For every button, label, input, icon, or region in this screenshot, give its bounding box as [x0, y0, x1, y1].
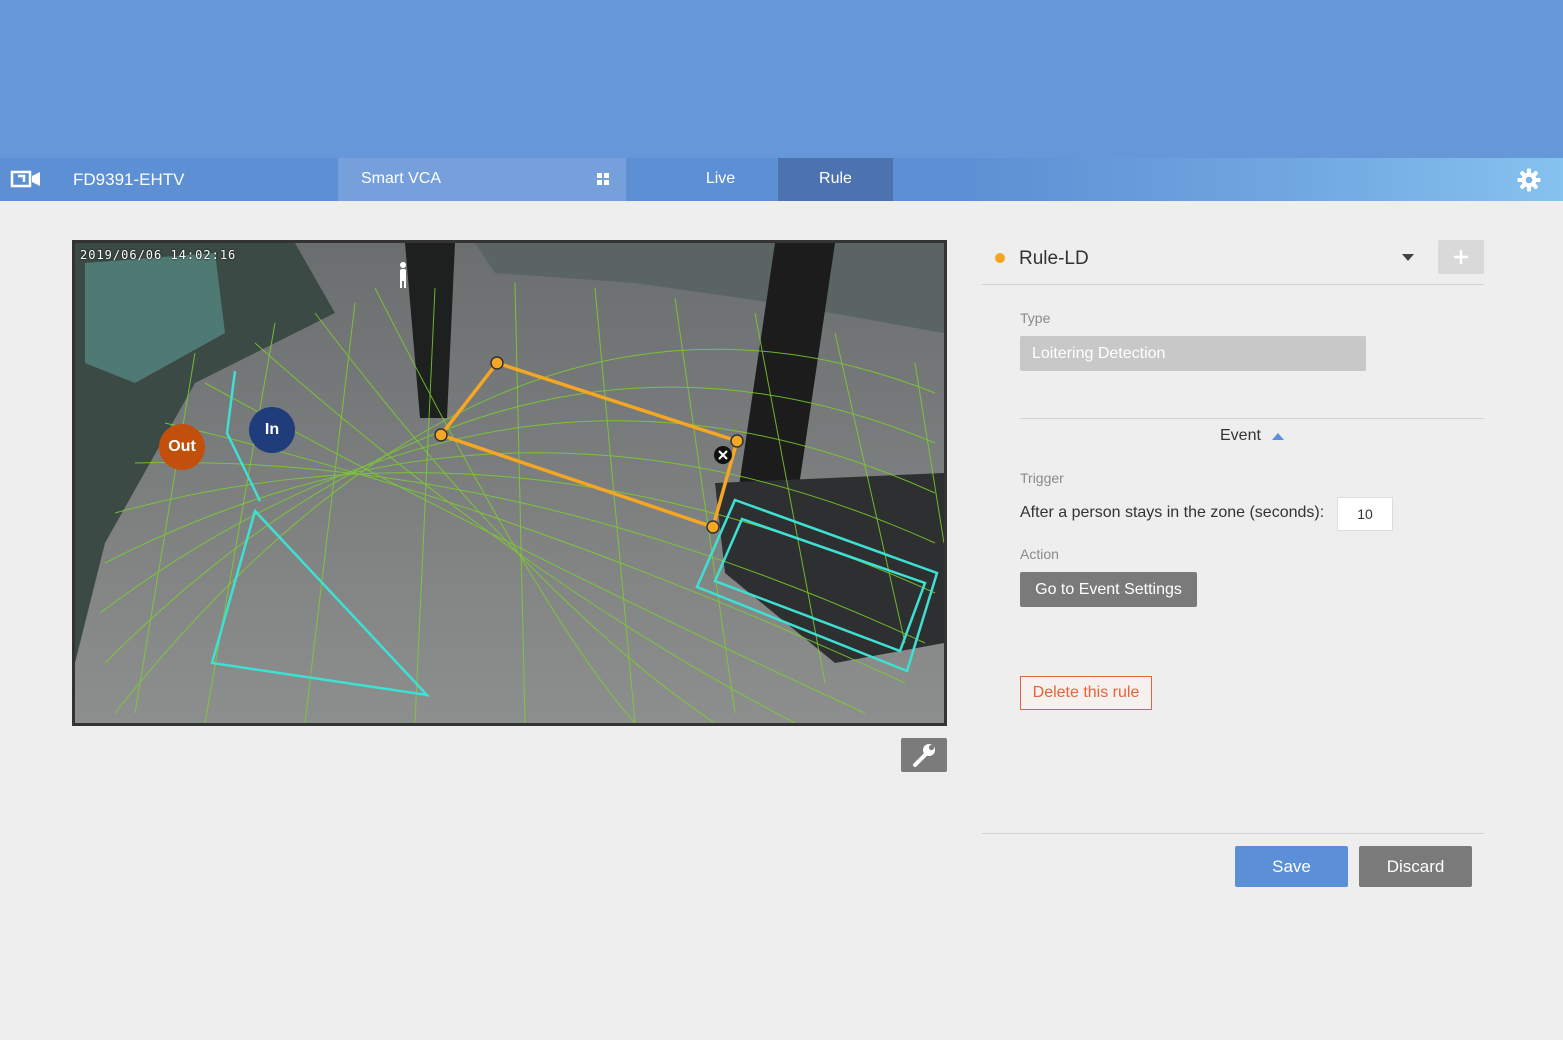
- save-button[interactable]: Save: [1235, 846, 1348, 887]
- rule-status-dot: [995, 253, 1005, 263]
- grid-icon[interactable]: [596, 172, 610, 186]
- plus-icon: [1454, 250, 1468, 264]
- rule-type-field: Loitering Detection: [1020, 336, 1366, 371]
- section-label: Smart VCA: [361, 170, 442, 187]
- camera-logo-icon[interactable]: [10, 168, 44, 190]
- delete-rule-button[interactable]: Delete this rule: [1020, 676, 1152, 710]
- chevron-down-icon[interactable]: [1402, 254, 1414, 261]
- top-navbar: FD9391-EHTV Smart VCA Live Rule: [0, 158, 1563, 201]
- type-label: Type: [1020, 310, 1051, 326]
- footer-divider: [982, 833, 1484, 834]
- zone-in-badge[interactable]: In: [249, 407, 295, 453]
- trigger-description: After a person stays in the zone (second…: [1020, 504, 1325, 521]
- device-name: FD9391-EHTV: [73, 170, 185, 189]
- discard-button[interactable]: Discard: [1359, 846, 1472, 887]
- chevron-up-icon[interactable]: [1272, 433, 1284, 440]
- page-banner: [0, 0, 1563, 158]
- video-timestamp: 2019/06/06 14:02:16: [80, 248, 237, 262]
- wrench-icon: [913, 744, 935, 767]
- camera-scene: [75, 243, 944, 723]
- gear-icon[interactable]: [1517, 168, 1541, 192]
- delete-point-icon: [714, 446, 732, 464]
- rule-selector[interactable]: Rule-LD: [982, 240, 1484, 285]
- camera-view[interactable]: 2019/06/06 14:02:16 Out In: [72, 240, 947, 726]
- trigger-label: Trigger: [1020, 470, 1064, 486]
- tab-rule[interactable]: Rule: [778, 158, 893, 201]
- loiter-seconds-input[interactable]: [1337, 497, 1393, 531]
- tab-live[interactable]: Live: [663, 158, 778, 201]
- action-label: Action: [1020, 546, 1059, 562]
- smart-vca-menu[interactable]: Smart VCA: [338, 158, 626, 201]
- event-section-toggle[interactable]: Event: [1220, 427, 1261, 445]
- go-to-event-settings-button[interactable]: Go to Event Settings: [1020, 572, 1197, 607]
- edit-tool-button[interactable]: [901, 738, 947, 772]
- zone-out-badge[interactable]: Out: [159, 424, 205, 470]
- add-rule-button[interactable]: [1438, 240, 1484, 274]
- rule-name: Rule-LD: [1019, 248, 1089, 269]
- section-divider: [1020, 418, 1484, 419]
